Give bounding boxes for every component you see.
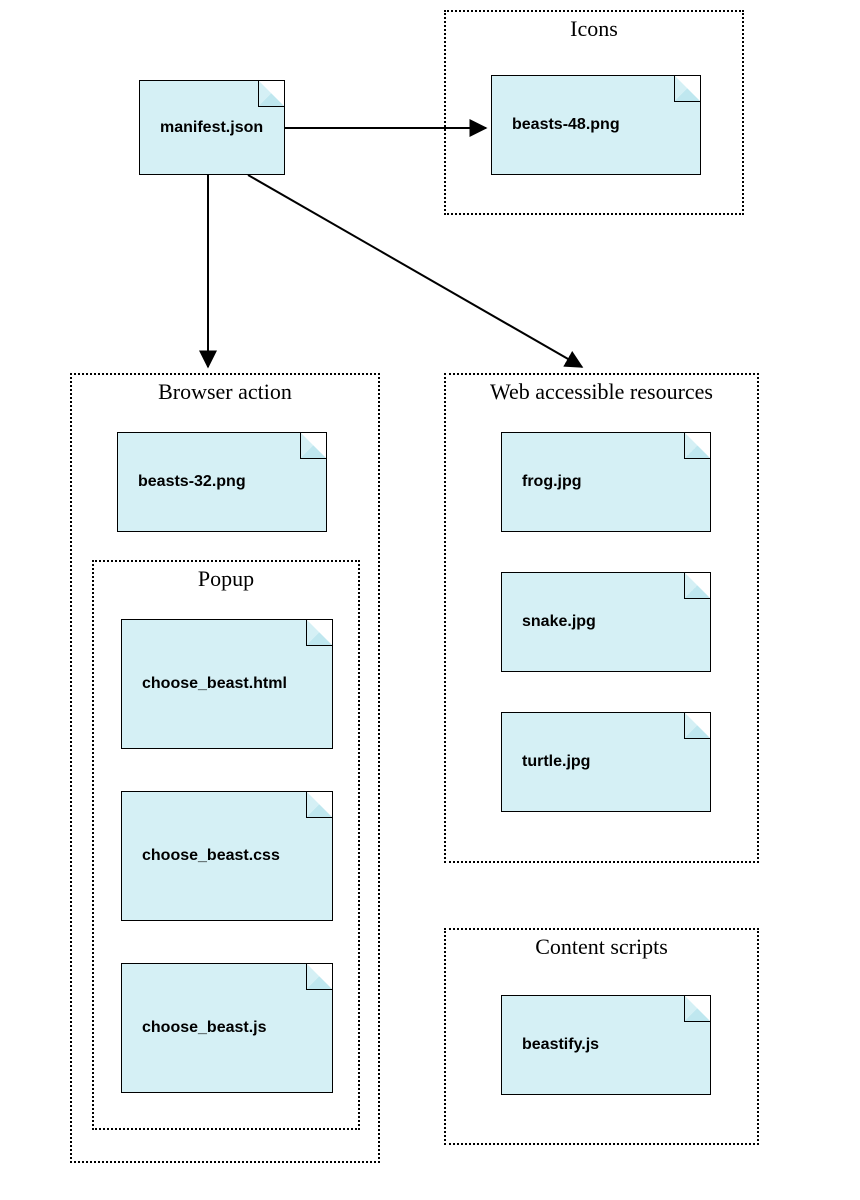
file-label: manifest.json — [140, 119, 263, 137]
file-ear-icon — [684, 996, 710, 1022]
group-title-icons: Icons — [446, 16, 742, 42]
file-beastify: beastify.js — [501, 995, 711, 1095]
file-ear-icon — [258, 81, 284, 107]
group-popup: Popup choose_beast.html choose_beast.css… — [92, 560, 360, 1130]
group-icons: Icons beasts-48.png — [444, 10, 744, 215]
group-title-browser-action: Browser action — [72, 379, 378, 405]
file-manifest: manifest.json — [139, 80, 285, 175]
file-label: beasts-32.png — [118, 473, 246, 491]
group-browser-action: Browser action beasts-32.png Popup choos… — [70, 373, 380, 1163]
diagram-canvas: manifest.json Icons beasts-48.png Browse… — [0, 0, 860, 1200]
file-label: beasts-48.png — [492, 116, 620, 134]
file-choose-beast-html: choose_beast.html — [121, 619, 333, 749]
file-label: beastify.js — [502, 1036, 599, 1054]
file-ear-icon — [300, 433, 326, 459]
group-title-popup: Popup — [94, 566, 358, 592]
file-turtle: turtle.jpg — [501, 712, 711, 812]
file-frog: frog.jpg — [501, 432, 711, 532]
file-label: choose_beast.css — [122, 847, 280, 865]
file-beasts32: beasts-32.png — [117, 432, 327, 532]
group-web-resources: Web accessible resources frog.jpg snake.… — [444, 373, 759, 863]
file-ear-icon — [306, 620, 332, 646]
file-ear-icon — [684, 713, 710, 739]
group-title-web-resources: Web accessible resources — [446, 379, 757, 405]
group-title-content-scripts: Content scripts — [446, 934, 757, 960]
file-beasts48: beasts-48.png — [491, 75, 701, 175]
file-label: choose_beast.js — [122, 1019, 267, 1037]
file-ear-icon — [684, 573, 710, 599]
file-label: choose_beast.html — [122, 675, 287, 693]
file-choose-beast-css: choose_beast.css — [121, 791, 333, 921]
file-snake: snake.jpg — [501, 572, 711, 672]
group-content-scripts: Content scripts beastify.js — [444, 928, 759, 1145]
file-ear-icon — [306, 964, 332, 990]
file-ear-icon — [306, 792, 332, 818]
file-label: frog.jpg — [502, 473, 582, 491]
file-label: snake.jpg — [502, 613, 596, 631]
file-label: turtle.jpg — [502, 753, 590, 771]
file-ear-icon — [674, 76, 700, 102]
file-choose-beast-js: choose_beast.js — [121, 963, 333, 1093]
file-ear-icon — [684, 433, 710, 459]
